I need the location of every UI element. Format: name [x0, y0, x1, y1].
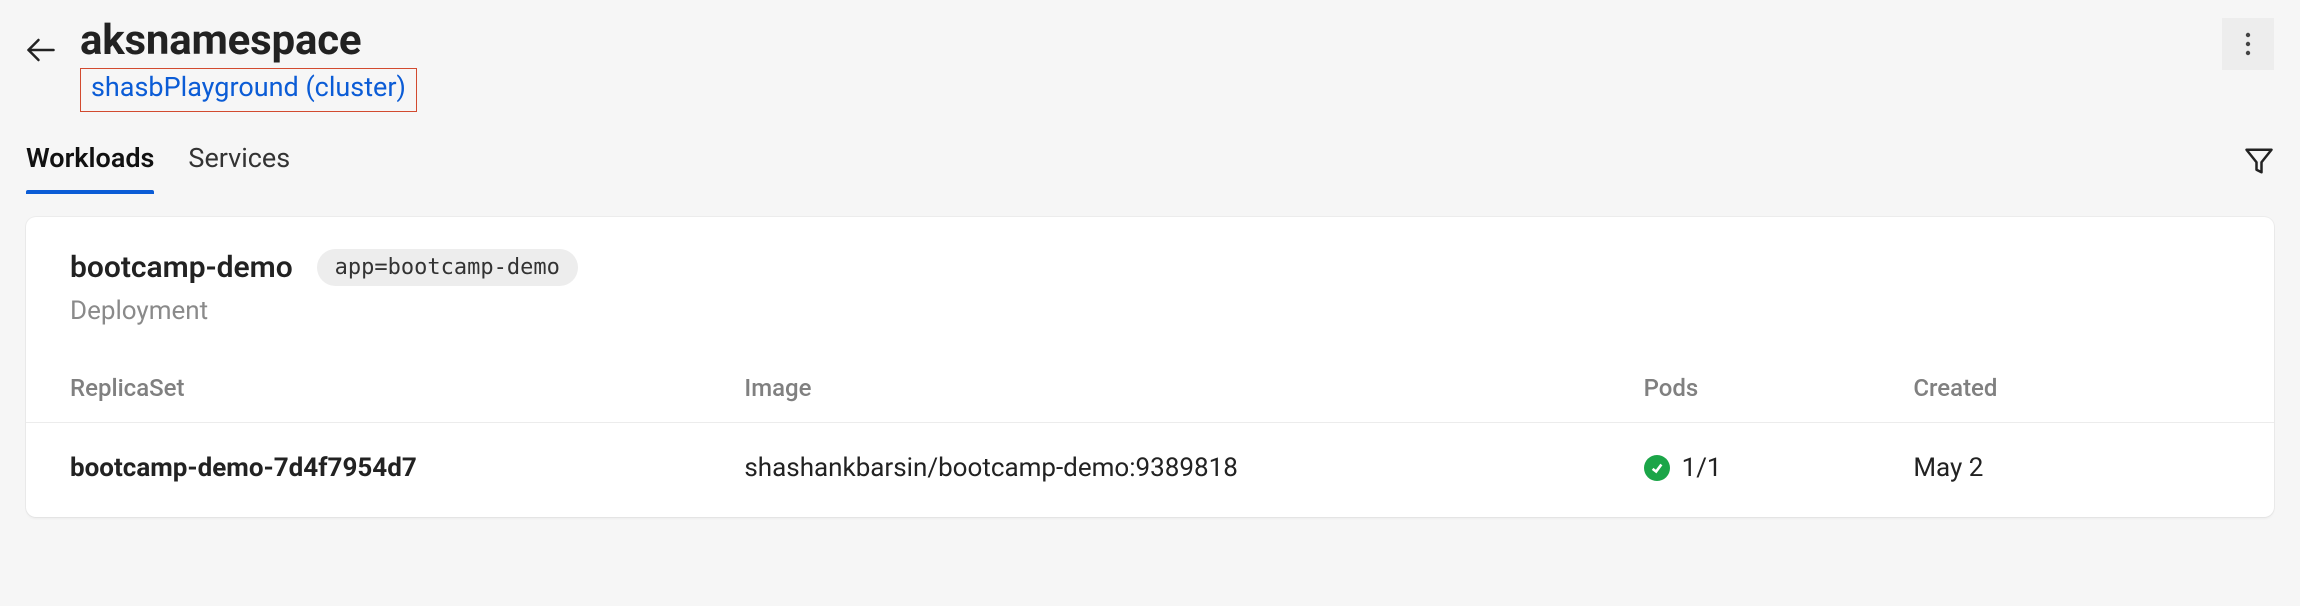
filter-icon [2244, 146, 2274, 176]
col-header-image: Image [700, 340, 1599, 423]
tabs: Workloads Services [26, 142, 290, 194]
created-date: May 2 [1869, 423, 2274, 518]
replicaset-table: ReplicaSet Image Pods Created bootcamp-d… [26, 340, 2274, 517]
cluster-link-highlight: shasbPlayground (cluster) [80, 68, 417, 112]
tab-services[interactable]: Services [188, 142, 290, 194]
col-header-pods: Pods [1600, 340, 1870, 423]
table-row[interactable]: bootcamp-demo-7d4f7954d7 shashankbarsin/… [26, 423, 2274, 518]
more-actions-button[interactable] [2222, 18, 2274, 70]
deployment-name[interactable]: bootcamp-demo [70, 250, 293, 285]
tab-workloads[interactable]: Workloads [26, 142, 154, 194]
back-button[interactable] [26, 18, 80, 72]
col-header-replicaset: ReplicaSet [26, 340, 700, 423]
arrow-left-icon [26, 35, 56, 65]
pods-count: 1/1 [1682, 453, 1722, 483]
resource-kind: Deployment [70, 296, 2230, 326]
col-header-created: Created [1869, 340, 2274, 423]
replicaset-name[interactable]: bootcamp-demo-7d4f7954d7 [70, 453, 417, 483]
deployment-card: bootcamp-demo app=bootcamp-demo Deployme… [26, 217, 2274, 517]
kebab-icon [2238, 31, 2258, 57]
image-name: shashankbarsin/bootcamp-demo:9389818 [700, 423, 1599, 518]
label-chip: app=bootcamp-demo [317, 249, 578, 286]
filter-button[interactable] [2244, 146, 2274, 190]
cluster-link[interactable]: shasbPlayground (cluster) [91, 71, 406, 103]
page-title: aksnamespace [80, 18, 417, 64]
status-ok-icon [1644, 455, 1670, 481]
